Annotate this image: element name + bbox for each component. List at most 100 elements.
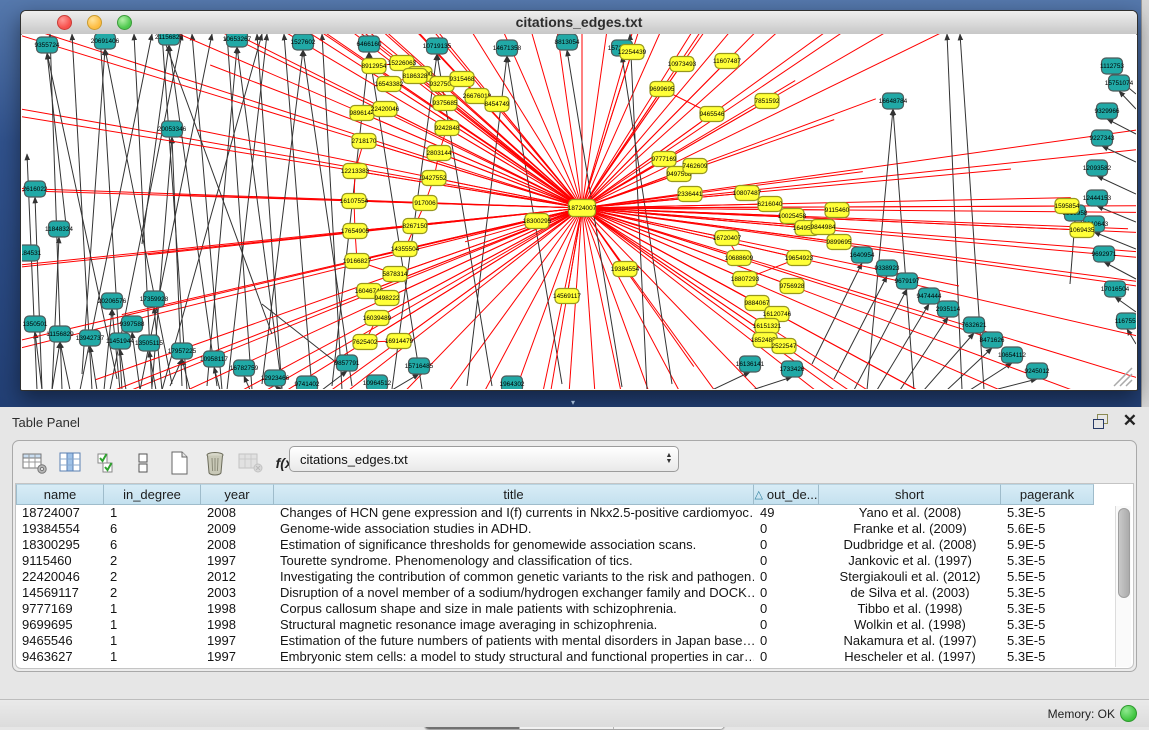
table-row[interactable]: 977716911998Corpus callosum shape and si… [16, 601, 1133, 617]
graph-node[interactable]: 1964302 [500, 376, 525, 389]
graph-node[interactable]: 11607487 [713, 54, 741, 69]
graph-node[interactable]: 18300295 [523, 214, 552, 229]
table-row[interactable]: 946554611997Estimation of the future num… [16, 633, 1133, 649]
graph-node[interactable]: 14671358 [493, 40, 522, 56]
graph-node[interactable]: 20053346 [158, 121, 187, 137]
graph-node[interactable]: 6216040 [758, 197, 783, 212]
graph-node[interactable]: 9857791 [335, 355, 360, 371]
table-row[interactable]: 946362711997Embryonic stem cells: a mode… [16, 649, 1133, 665]
graph-node[interactable]: 11848324 [45, 221, 73, 237]
graph-node[interactable]: 9427552 [422, 171, 447, 186]
graph-node[interactable]: 11451944 [106, 333, 134, 349]
graph-node[interactable]: 1069435 [1070, 223, 1095, 238]
column-header-name[interactable]: name [16, 484, 104, 505]
graph-node[interactable]: 19384554 [611, 262, 640, 277]
table-row[interactable]: 1456911722003Disruption of a novel membe… [16, 585, 1133, 601]
table-row[interactable]: 1938455462009Genome-wide association stu… [16, 521, 1133, 537]
split-pane-handle-icon[interactable]: ▾ [571, 398, 575, 407]
close-panel-icon[interactable]: ✕ [1123, 411, 1137, 431]
row-height-icon[interactable] [129, 450, 156, 476]
graph-node[interactable]: 16107554 [340, 194, 369, 209]
graph-node[interactable]: 8912954 [362, 59, 387, 74]
vertical-scrollbar[interactable] [1115, 506, 1131, 667]
column-header-indegree[interactable]: in_degree [104, 484, 201, 505]
graph-node[interactable]: 1184531 [22, 245, 42, 261]
graph-node[interactable]: 7462609 [683, 159, 708, 174]
graph-node[interactable]: 17654905 [341, 224, 370, 239]
graph-node[interactable]: 10807487 [733, 186, 762, 201]
memory-ok-led-icon[interactable] [1120, 705, 1137, 722]
table-settings-icon[interactable] [21, 450, 48, 476]
graph-node[interactable]: 9115460 [825, 203, 850, 218]
graph-node[interactable]: 9338923 [875, 260, 900, 276]
graph-node[interactable]: 2616022 [23, 181, 48, 197]
graph-node[interactable]: 2935114 [936, 301, 961, 317]
scrollbar-thumb[interactable] [1118, 508, 1130, 598]
graph-node[interactable]: 18807293 [731, 272, 760, 287]
graph-node[interactable]: 1595854 [1055, 199, 1080, 214]
graph-node[interactable]: 9355724 [35, 37, 60, 53]
graph-node[interactable]: 1527602 [291, 34, 316, 50]
graph-node[interactable]: 9899695 [827, 235, 852, 250]
graph-node[interactable]: 7625402 [353, 335, 378, 350]
graph-node[interactable]: 16720407 [713, 231, 742, 246]
graph-node[interactable]: 10958117 [200, 351, 228, 367]
graph-node[interactable]: 13505115 [135, 335, 163, 351]
column-header-year[interactable]: year [201, 484, 274, 505]
graph-node[interactable]: 17957225 [168, 343, 197, 359]
graph-node[interactable]: 9756928 [780, 279, 805, 294]
graph-node[interactable]: 9679197 [895, 273, 920, 289]
graph-node[interactable]: 11156829 [46, 326, 74, 342]
graph-node[interactable]: 5878314 [383, 267, 408, 282]
graph-node[interactable]: 16648784 [879, 93, 908, 109]
graph-node[interactable]: 9242848 [435, 121, 460, 136]
column-header-short[interactable]: short [819, 484, 1001, 505]
graph-node[interactable]: 9245012 [1025, 363, 1050, 379]
graph-node[interactable]: 9699695 [650, 82, 675, 97]
graph-node[interactable]: 9397588 [120, 316, 145, 332]
graph-node[interactable]: 15716485 [405, 358, 434, 374]
graph-node[interactable]: 10719135 [423, 38, 452, 54]
graph-node[interactable]: 9741402 [295, 376, 320, 389]
graph-node[interactable]: 1112753 [1100, 58, 1124, 74]
graph-node[interactable]: 7632621 [962, 317, 987, 333]
graph-node[interactable]: 9498222 [375, 291, 400, 306]
window-titlebar[interactable]: citations_edges.txt [21, 11, 1137, 35]
graph-node[interactable]: 16543382 [375, 77, 404, 92]
new-document-icon[interactable] [165, 450, 192, 476]
graph-node[interactable]: 2803144 [427, 146, 452, 161]
graph-node[interactable]: 1640954 [850, 247, 875, 263]
column-header-outde[interactable]: △out_de... [754, 484, 819, 505]
graph-node[interactable]: 16782759 [230, 360, 259, 376]
import-table-disabled-icon[interactable] [237, 450, 264, 476]
graph-node[interactable]: 12254439 [618, 45, 647, 60]
graph-node[interactable]: 1733426 [780, 361, 805, 377]
table-selector-combobox[interactable]: citations_edges.txt ▲▼ [289, 446, 679, 472]
graph-node[interactable]: 9844984 [811, 220, 836, 235]
table-column-icon[interactable] [57, 450, 84, 476]
graph-node[interactable]: 20206576 [98, 293, 127, 309]
graph-node[interactable]: 2336441 [678, 187, 703, 202]
graph-node[interactable]: 1350501 [23, 316, 48, 332]
graph-node[interactable]: 19166827 [343, 254, 372, 269]
graph-node[interactable]: 16039489 [363, 311, 392, 326]
graph-node[interactable]: 9777169 [652, 152, 677, 167]
column-header-title[interactable]: title [274, 484, 754, 505]
graph-node[interactable]: 16151321 [753, 319, 782, 334]
graph-node[interactable]: 16136141 [736, 356, 765, 372]
graph-node[interactable]: 9474444 [917, 288, 942, 304]
float-panel-icon[interactable] [1093, 414, 1109, 428]
graph-node[interactable]: 917006 [413, 196, 437, 211]
graph-node[interactable]: 12923466 [261, 370, 290, 386]
network-view-window[interactable]: citations_edges.txt 93557242069140621156… [20, 10, 1138, 391]
graph-node[interactable]: 10653267 [223, 34, 252, 47]
graph-node[interactable]: 18724007 [568, 200, 597, 217]
graph-node[interactable]: 12213383 [341, 164, 370, 179]
graph-node[interactable]: 9375685 [433, 96, 458, 111]
graph-node[interactable]: 19654923 [785, 251, 814, 266]
graph-node[interactable]: 2718170 [352, 134, 377, 149]
graph-node[interactable]: 14569117 [553, 289, 581, 304]
table-row[interactable]: 2242004622012Investigating the contribut… [16, 569, 1133, 585]
graph-node[interactable]: 8454749 [485, 97, 510, 112]
column-header-pagerank[interactable]: pagerank [1001, 484, 1094, 505]
